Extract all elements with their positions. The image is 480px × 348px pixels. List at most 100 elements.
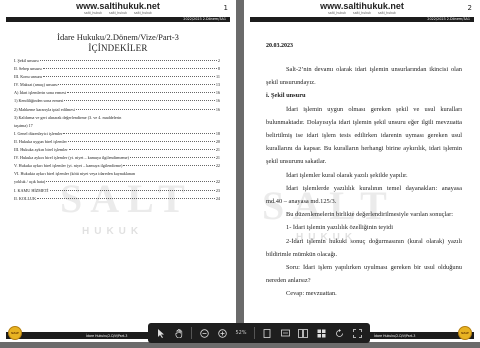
toc-entry-label: 1) Kendiliğinden sona ermesi (14, 98, 64, 104)
toc-title: İÇİNDEKİLER (88, 43, 148, 53)
fit-page-icon[interactable] (261, 327, 273, 339)
toc-entry-page: 23 (215, 187, 220, 193)
toc-entry[interactable]: IV. Hukuka aykırı birel işlemler (yt. ni… (14, 155, 220, 163)
toc-leader-dots (123, 165, 215, 167)
viewer-toolbar: 52% (148, 323, 370, 343)
toc-entry[interactable]: III. Konu unsuru 11 (14, 74, 220, 82)
toc-entry[interactable]: taşıtma) 17 (14, 123, 220, 131)
toc-entry[interactable]: V. Hukuka aykırı birel işlemler (yt. niy… (14, 163, 220, 171)
site-url: www.saltihukuk.net (76, 1, 160, 11)
hand-icon[interactable] (173, 327, 185, 339)
toc-entry[interactable]: IV. Maksat (amaç) unsuru 13 (14, 82, 220, 90)
salt-logo-icon: SALT (8, 326, 22, 340)
toc-entry-label: 2) Mahkeme kararıyla iptal edilmesi (14, 106, 75, 112)
toc-entry-label: A) İdari işlemlerin sona ermesi (14, 90, 67, 96)
toc-entry-label: taşıtma) 17 (14, 122, 33, 128)
toolbar-divider (191, 327, 192, 339)
toc-entry[interactable]: III. Hukuka aykırı birel işlemler 21 (14, 147, 220, 155)
toc-leader-dots (67, 140, 215, 142)
fullscreen-icon[interactable] (351, 327, 363, 339)
document-title: İdare Hukuku/2.Dönem/Vize/Part-3 (57, 32, 179, 42)
toc-entry[interactable]: II. Hukuka uygun birel işlemler 20 (14, 139, 220, 147)
toc-entry-label: II. Hukuka uygun birel işlemler (14, 138, 67, 144)
paragraph: Cevap: mevzuattan. (286, 290, 337, 298)
watermark-logo: SALT (262, 183, 395, 228)
header-bar: 2022/2023 2.Dönem/3A1 (250, 17, 474, 22)
social-handles: salti_hukuk salti_hukuk salti_hukuk (244, 11, 480, 15)
toc-entry[interactable]: 3) Kaldırma ve geri alınarak değerlendir… (14, 115, 220, 123)
watermark-sub: HUKUK (82, 226, 144, 237)
section-heading: i. Şekil unsuru (266, 92, 306, 100)
toc-entry-page: 20 (215, 138, 220, 144)
page-number: 2 (467, 4, 472, 12)
toc-leader-dots (68, 149, 215, 151)
zoom-level[interactable]: 52% (234, 330, 248, 336)
toc-leader-dots (58, 84, 215, 86)
toc-entry-label: yokluk / açık hata) (14, 179, 46, 185)
zoom-in-icon[interactable] (216, 327, 228, 339)
toc-entry-page: 18 (215, 130, 220, 136)
rotate-icon[interactable] (333, 327, 345, 339)
social-handle: salti_hukuk (353, 11, 371, 15)
toc-entry[interactable]: 2) Mahkeme kararıyla iptal edilmesi 16 (14, 107, 220, 115)
toc-entry-label: II. Sebep unsuru (14, 66, 42, 72)
watermark-sub: HUKUK (296, 232, 358, 243)
document-date: 20.03.2023 (266, 43, 293, 49)
toc-entry-label: IV. Hukuka aykırı birel işlemler (yt. ni… (14, 155, 129, 161)
toc-entry-label: IV. Maksat (amaç) unsuru (14, 82, 58, 88)
toc-entry[interactable]: I. Şekil unsuru 2 (14, 58, 220, 66)
toc-entry-label: III. Konu unsuru (14, 74, 43, 80)
footer-text: İdare Hukuku/2.D/V/Part-3 (374, 334, 416, 338)
two-page-icon[interactable] (297, 327, 309, 339)
salt-logo-icon: SALT (458, 326, 472, 340)
toc-entry-label: I. Şekil unsuru (14, 58, 39, 63)
paragraph: Soru: İdari işlem yapılırken uyulması ge… (266, 264, 462, 285)
toc-leader-dots (43, 76, 215, 78)
site-logo-text: www.saltihukuk.net (0, 1, 236, 11)
page-number: 1 (223, 4, 228, 12)
toc-entry[interactable]: 1) Kendiliğinden sona ermesi 16 (14, 98, 220, 106)
toc-entry-label: III. Hukuka aykırı birel işlemler (14, 147, 68, 153)
social-handle: salti_hukuk (328, 11, 347, 15)
document-page-1: www.saltihukuk.net salti_hukuk salti_huk… (0, 0, 236, 342)
toc-leader-dots (39, 60, 217, 61)
site-url: www.saltihukuk.net (320, 1, 404, 11)
social-handle: salti_hukuk (109, 11, 127, 15)
toc-entry-page: 13 (215, 82, 220, 88)
toc-leader-dots (42, 68, 217, 70)
zoom-out-icon[interactable] (198, 327, 210, 339)
toc-entry-page: 8 (217, 66, 220, 72)
toc-entry-page: 22 (215, 179, 220, 185)
social-handle: salti_hukuk (84, 11, 103, 15)
toc-entry-page: 24 (215, 195, 220, 201)
toc-entry-label: II. KOLLUK (14, 195, 37, 201)
paragraph: İdari işlemler kural olarak yazılı şekil… (286, 171, 408, 179)
toc-leader-dots (75, 108, 215, 110)
thumbnail-icon[interactable] (315, 327, 327, 339)
toc-leader-dots (64, 100, 215, 102)
social-handles: salti_hukuk salti_hukuk salti_hukuk (0, 11, 236, 15)
toc-leader-dots (129, 157, 215, 159)
toc-entry-label: I. KAMU HİZMETİ (14, 187, 49, 193)
watermark-logo: SALT (60, 176, 193, 221)
header-bar: 2022/2023 2.Dönem/3A1 (6, 17, 230, 22)
toc-entry-label: 3) Kaldırma ve geri alınarak değerlendir… (14, 114, 122, 120)
toc-entry-page: 21 (215, 147, 220, 153)
fit-width-icon[interactable] (279, 327, 291, 339)
social-handle: salti_hukuk (133, 11, 152, 15)
toc-entry[interactable]: II. Sebep unsuru 8 (14, 66, 220, 74)
toc-entry-page: 16 (215, 106, 220, 112)
document-page-2: www.saltihukuk.net salti_hukuk salti_huk… (244, 0, 480, 342)
toc-entry-page: 16 (215, 90, 220, 96)
pointer-icon[interactable] (155, 327, 167, 339)
toc-entry-page: 16 (215, 98, 220, 104)
toc-entry-page: 2 (217, 58, 220, 63)
toc-leader-dots (63, 132, 215, 134)
toc-entry-label: I. Genel düzenleyici işlemler (14, 130, 63, 136)
paragraph: İdari işlemin uygun olması gereken şekil… (266, 105, 462, 166)
toc-entry[interactable]: I. Genel düzenleyici işlemler 18 (14, 131, 220, 139)
toc-entry[interactable]: A) İdari işlemlerin sona ermesi 16 (14, 90, 220, 98)
toolbar-divider (254, 327, 255, 339)
toc-entry-label: V. Hukuka aykırı birel işlemler (yt. niy… (14, 163, 123, 169)
social-handle: salti_hukuk (377, 11, 396, 15)
